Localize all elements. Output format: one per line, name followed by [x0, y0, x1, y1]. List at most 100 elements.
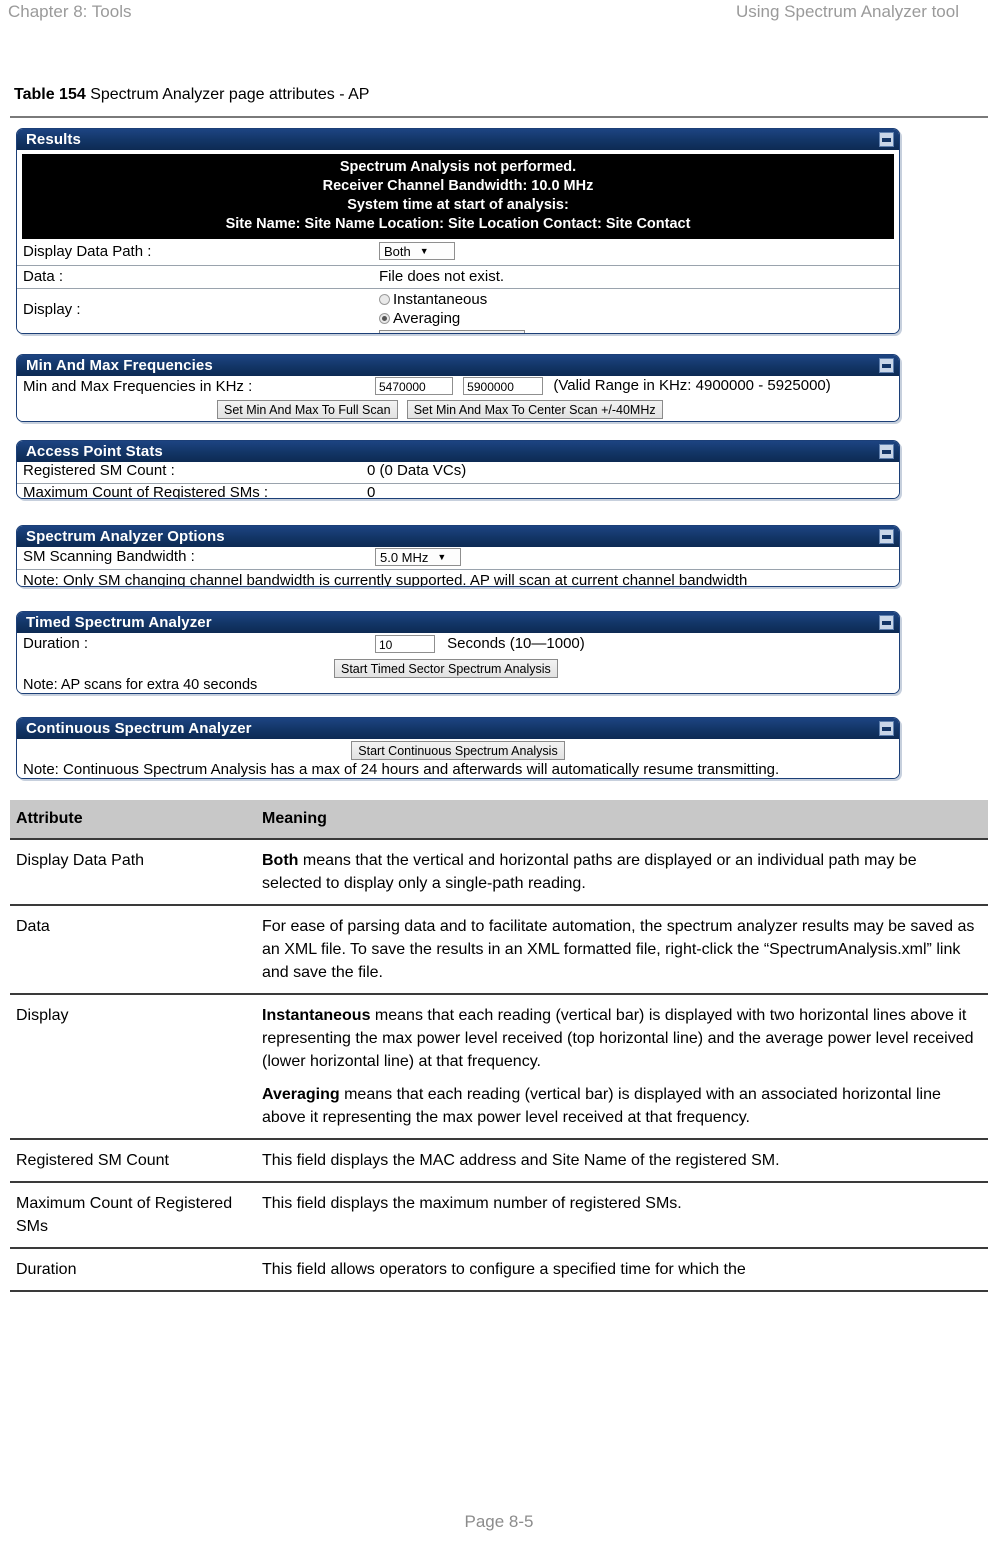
- panel-results-body: Spectrum Analysis not performed. Receive…: [17, 154, 899, 333]
- panel-continuous-titlebar: Continuous Spectrum Analyzer: [17, 718, 899, 739]
- panel-results: Results Spectrum Analysis not performed.…: [16, 128, 900, 334]
- collapse-icon[interactable]: [879, 615, 894, 630]
- row-duration: Duration : 10 Seconds (10—1000) Start Ti…: [17, 633, 899, 693]
- table-header-row: Attribute Meaning: [10, 800, 988, 840]
- radio-instantaneous-icon[interactable]: [379, 293, 390, 305]
- meaning-emphasis: Averaging: [262, 1086, 340, 1103]
- meaning-paragraph: Averaging means that each reading (verti…: [262, 1083, 980, 1129]
- page-footer: Page 8-5: [0, 1512, 998, 1532]
- continuous-note: Note: Continuous Spectrum Analysis has a…: [23, 761, 780, 778]
- panel-continuous-spectrum-analyzer: Continuous Spectrum Analyzer Start Conti…: [16, 717, 900, 779]
- row-data: Data : File does not exist.: [17, 266, 899, 289]
- duration-label: Duration :: [23, 635, 89, 652]
- console-line-4: Site Name: Site Name Location: Site Loca…: [225, 216, 691, 232]
- header-section-text: Using Spectrum Analyzer tool: [736, 2, 959, 21]
- valid-range-text: (Valid Range in KHz: 4900000 - 5925000): [553, 377, 831, 394]
- table-row: Maximum Count of Registered SMs This fie…: [10, 1182, 988, 1249]
- panel-options-body: SM Scanning Bandwidth : 5.0 MHz ▼ Note: O…: [17, 547, 899, 587]
- data-value: File does not exist.: [379, 268, 505, 285]
- stop-spectrum-analysis-button[interactable]: Stop Spectrum Analysis: [379, 330, 526, 333]
- collapse-icon[interactable]: [879, 721, 894, 736]
- meaning-paragraph: Instantaneous means that each reading (v…: [262, 1004, 980, 1073]
- panel-timed-titlebar: Timed Spectrum Analyzer: [17, 612, 899, 633]
- options-note: Note: Only SM changing channel bandwidth…: [23, 572, 748, 587]
- start-continuous-spectrum-analysis-button[interactable]: Start Continuous Spectrum Analysis: [351, 741, 565, 760]
- table-row: Data For ease of parsing data and to fac…: [10, 905, 988, 995]
- radio-averaging-icon[interactable]: [379, 312, 390, 324]
- duration-units-label: Seconds (10—1000): [447, 635, 585, 652]
- running-header: Chapter 8: Tools Using Spectrum Analyzer…: [0, 0, 998, 30]
- table-row: Duration This field allows operators to …: [10, 1248, 988, 1292]
- page-number: Page 8-5: [464, 1512, 534, 1531]
- sm-scanning-bandwidth-value: 5.0 MHz: [380, 550, 429, 566]
- cell-meaning: Instantaneous means that each reading (v…: [256, 994, 988, 1140]
- results-console: Spectrum Analysis not performed. Receive…: [22, 154, 894, 239]
- radio-instantaneous-row[interactable]: Instantaneous: [379, 290, 525, 309]
- table-row: Registered SM Count This field displays …: [10, 1139, 988, 1183]
- cell-meaning: For ease of parsing data and to facilita…: [256, 905, 988, 995]
- meaning-text: means that each reading (vertical bar) i…: [262, 1086, 941, 1126]
- meaning-emphasis: Both: [262, 852, 299, 869]
- panel-apstats-body: Registered SM Count : 0 (0 Data VCs) Max…: [17, 462, 899, 499]
- panel-options-title: Spectrum Analyzer Options: [26, 528, 225, 545]
- column-header-meaning: Meaning: [256, 800, 988, 840]
- collapse-icon[interactable]: [879, 132, 894, 147]
- max-registered-sms-label: Maximum Count of Registered SMs :: [23, 484, 269, 499]
- panel-continuous-body: Start Continuous Spectrum Analysis Note:…: [17, 739, 899, 778]
- panel-results-title: Results: [26, 131, 81, 148]
- cell-meaning: This field allows operators to configure…: [256, 1248, 988, 1292]
- attributes-table: Attribute Meaning Display Data Path Both…: [10, 800, 988, 1292]
- max-registered-sms-value: 0: [367, 484, 376, 499]
- registered-sm-count-value: 0 (0 Data VCs): [367, 462, 467, 479]
- console-line-2: Receiver Channel Bandwidth: 10.0 MHz: [322, 178, 594, 194]
- console-line-1: Spectrum Analysis not performed.: [339, 159, 577, 175]
- display-data-path-label: Display Data Path :: [23, 243, 152, 260]
- cell-meaning: Both means that the vertical and horizon…: [256, 839, 988, 906]
- sm-scanning-bandwidth-select[interactable]: 5.0 MHz ▼: [375, 548, 461, 567]
- collapse-icon[interactable]: [879, 529, 894, 544]
- cell-attribute: Registered SM Count: [10, 1139, 256, 1183]
- panel-minmax-body: Min and Max Frequencies in KHz : 5470000…: [17, 376, 899, 421]
- set-min-max-full-scan-button[interactable]: Set Min And Max To Full Scan: [217, 400, 398, 419]
- panel-spectrum-analyzer-options: Spectrum Analyzer Options SM Scanning Ba…: [16, 525, 900, 587]
- header-chapter-text: Chapter 8: Tools: [8, 2, 132, 21]
- radio-averaging-row[interactable]: Averaging: [379, 309, 525, 328]
- table-caption: Table 154 Spectrum Analyzer page attribu…: [14, 86, 369, 104]
- registered-sm-count-label: Registered SM Count :: [23, 462, 175, 479]
- cell-meaning: This field displays the MAC address and …: [256, 1139, 988, 1183]
- collapse-icon[interactable]: [879, 444, 894, 459]
- cell-attribute: Display: [10, 994, 256, 1140]
- panel-timed-body: Duration : 10 Seconds (10—1000) Start Ti…: [17, 633, 899, 693]
- start-timed-sector-spectrum-analysis-button[interactable]: Start Timed Sector Spectrum Analysis: [334, 659, 558, 678]
- row-min-max-frequencies: Min and Max Frequencies in KHz : 5470000…: [17, 376, 899, 421]
- min-max-frequencies-label: Min and Max Frequencies in KHz :: [23, 378, 253, 395]
- row-display: Display : Instantaneous Averaging Stop S…: [17, 289, 899, 333]
- panel-minmax-title: Min And Max Frequencies: [26, 357, 213, 374]
- row-sm-scanning-bandwidth: SM Scanning Bandwidth : 5.0 MHz ▼: [17, 547, 899, 570]
- panel-options-titlebar: Spectrum Analyzer Options: [17, 526, 899, 547]
- row-registered-sm-count: Registered SM Count : 0 (0 Data VCs): [17, 462, 899, 484]
- max-frequency-input[interactable]: 5900000: [463, 377, 544, 396]
- row-max-registered-sms: Maximum Count of Registered SMs : 0: [17, 484, 899, 499]
- panel-access-point-stats: Access Point Stats Registered SM Count :…: [16, 440, 900, 499]
- row-display-data-path: Display Data Path : Both ▼: [17, 241, 899, 266]
- duration-input[interactable]: 10: [375, 635, 435, 654]
- display-data-path-value: Both: [384, 244, 411, 260]
- column-header-attribute: Attribute: [10, 800, 256, 840]
- panel-min-max-frequencies: Min And Max Frequencies Min and Max Freq…: [16, 354, 900, 422]
- cell-meaning: This field displays the maximum number o…: [256, 1182, 988, 1249]
- collapse-icon[interactable]: [879, 358, 894, 373]
- console-line-3: System time at start of analysis:: [347, 197, 569, 213]
- data-label: Data :: [23, 268, 64, 285]
- table-row: Display Data Path Both means that the ve…: [10, 839, 988, 906]
- set-min-max-center-scan-button[interactable]: Set Min And Max To Center Scan +/-40MHz: [406, 400, 663, 419]
- panel-timed-title: Timed Spectrum Analyzer: [26, 614, 212, 631]
- cell-attribute: Duration: [10, 1248, 256, 1292]
- display-data-path-select[interactable]: Both ▼: [379, 242, 455, 261]
- sm-scanning-bandwidth-label: SM Scanning Bandwidth :: [23, 548, 195, 565]
- min-frequency-input[interactable]: 5470000: [375, 377, 453, 396]
- table-row: Display Instantaneous means that each re…: [10, 994, 988, 1140]
- cell-attribute: Maximum Count of Registered SMs: [10, 1182, 256, 1249]
- panel-apstats-titlebar: Access Point Stats: [17, 441, 899, 462]
- panel-minmax-titlebar: Min And Max Frequencies: [17, 355, 899, 376]
